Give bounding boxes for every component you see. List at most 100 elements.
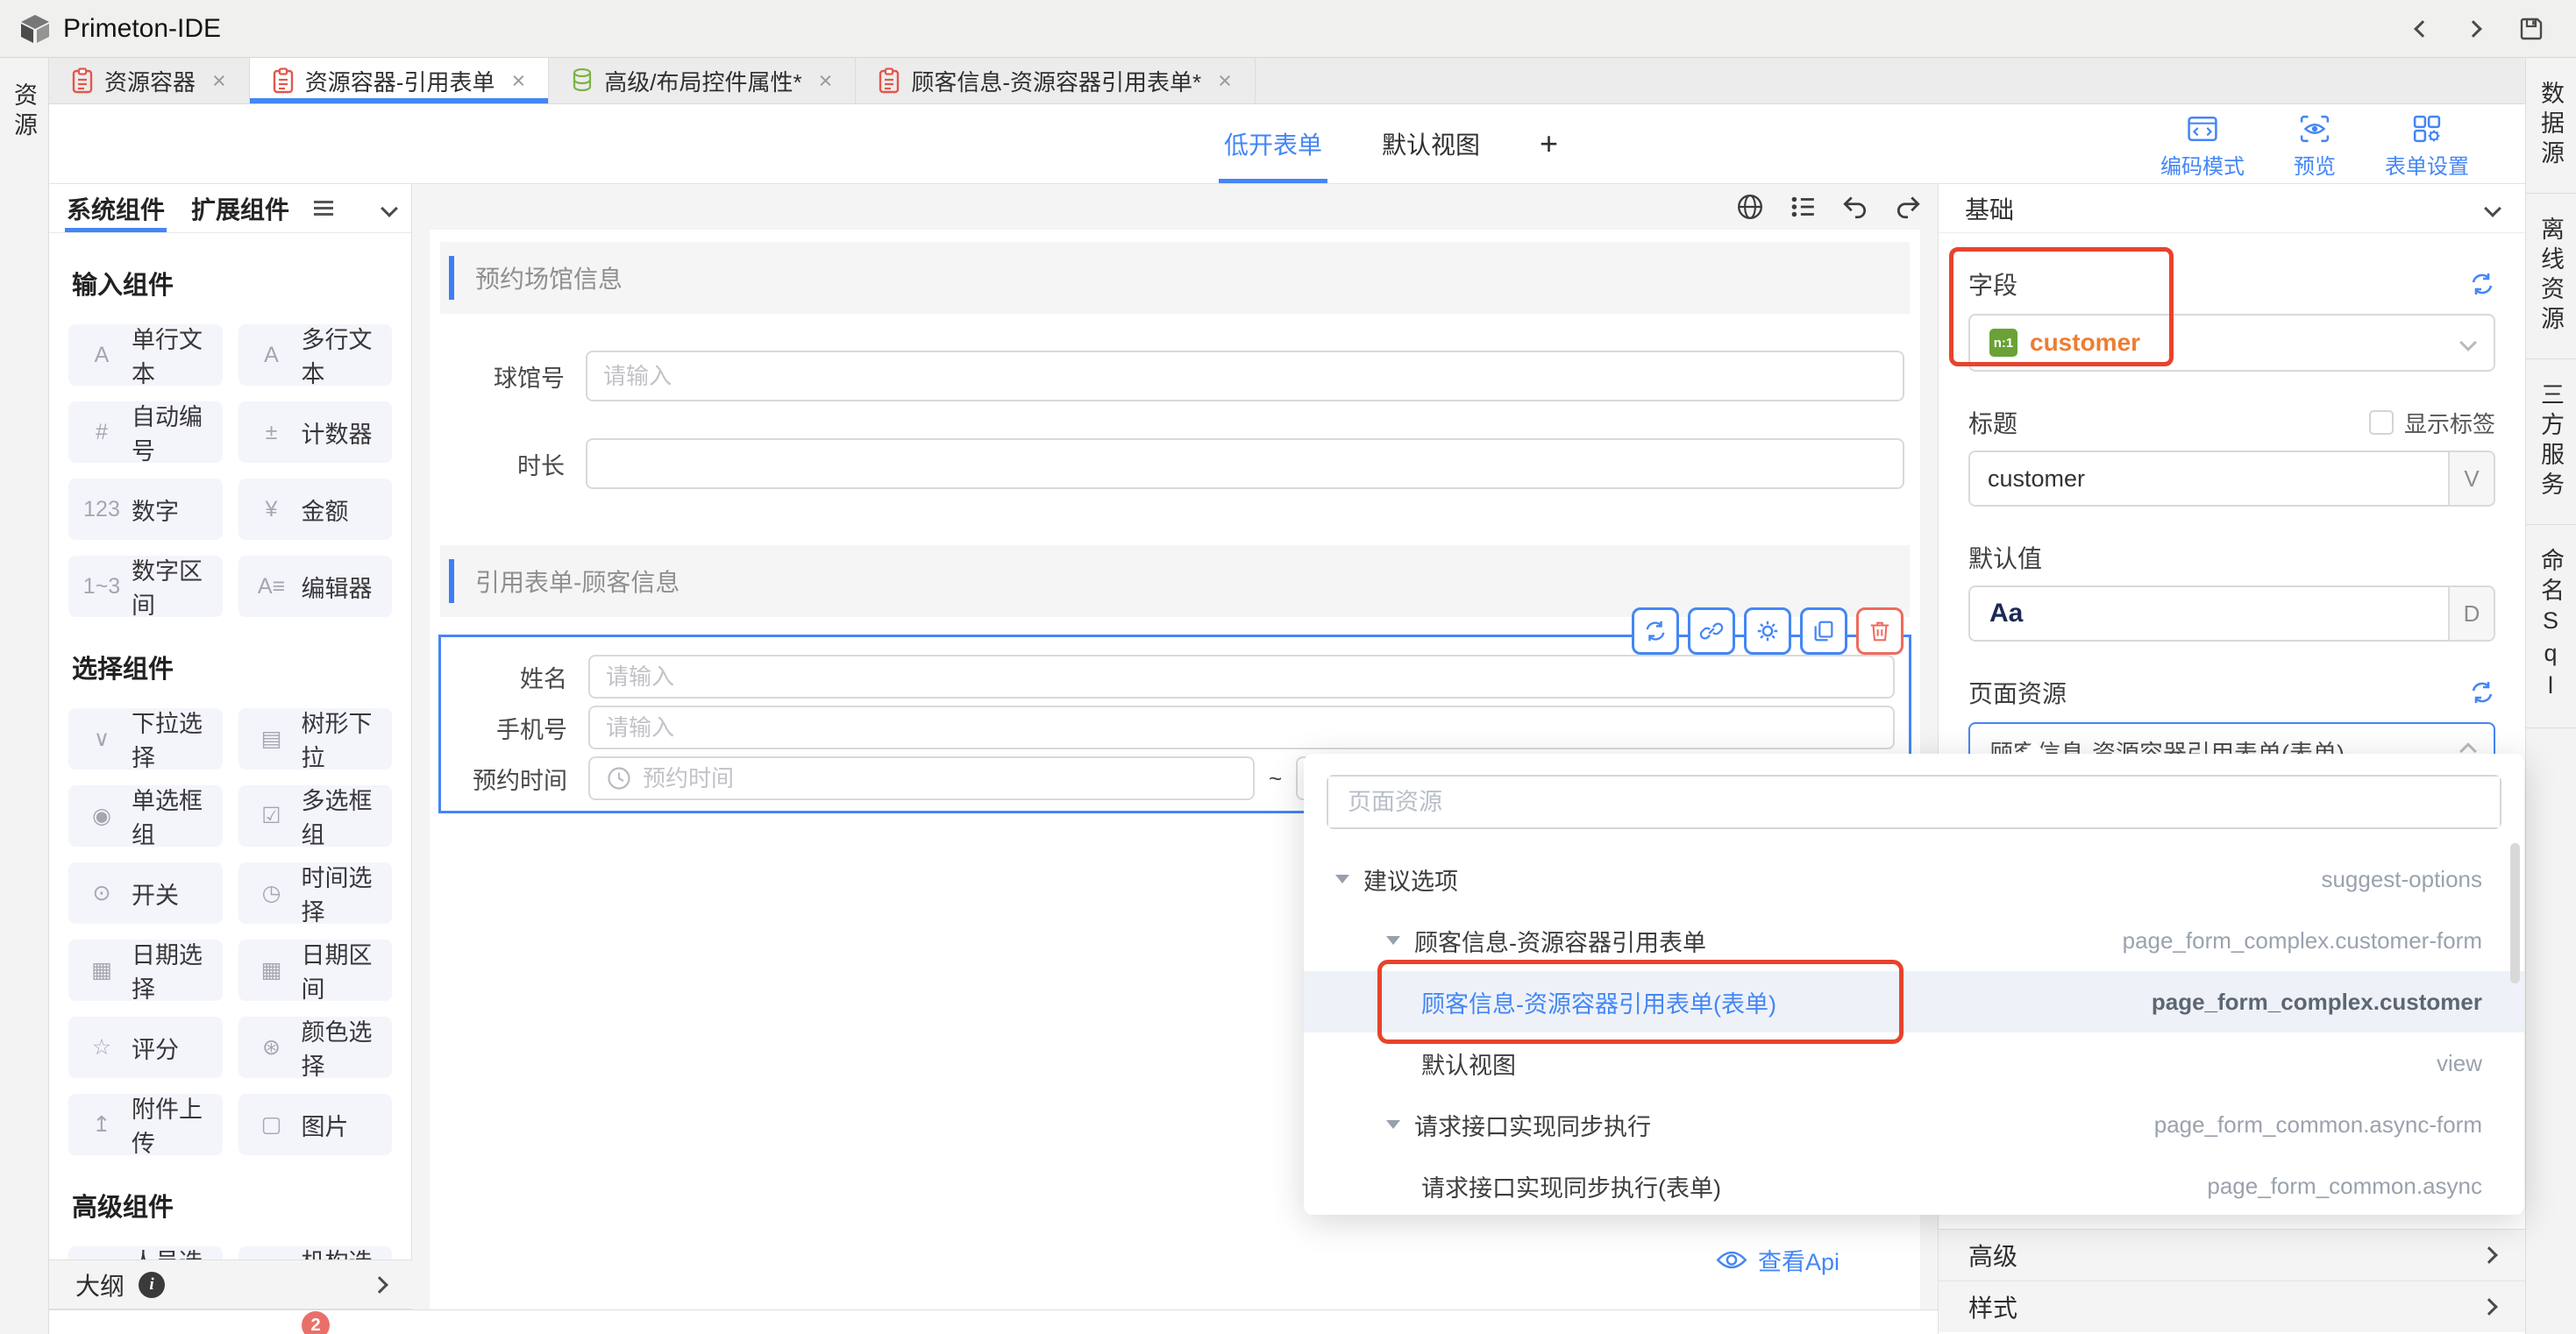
undo-icon[interactable] (1841, 193, 1869, 221)
show-label-toggle[interactable]: 显示标签 (2369, 407, 2495, 439)
tab-extension-components[interactable]: 扩展组件 (189, 184, 291, 232)
chevron-down-icon[interactable] (2484, 200, 2501, 217)
doc-tab-resource-container-ref-form[interactable]: 资源容器-引用表单 × (250, 58, 549, 103)
properties-header[interactable]: 基础 (1939, 184, 2525, 233)
link-component-button[interactable] (1688, 607, 1735, 655)
component-color-picker[interactable]: ⊛颜色选择 (238, 1017, 393, 1078)
field-row-duration[interactable]: 时长 (461, 438, 1904, 489)
component-time-picker[interactable]: ◷时间选择 (238, 862, 393, 924)
component-number-range[interactable]: 1~3数字区间 (68, 556, 223, 617)
default-value-input[interactable]: Aa (1970, 599, 2023, 628)
tree-node-async-form[interactable]: 请求接口实现同步执行 page_form_common.async-form (1304, 1094, 2524, 1155)
tree-node-customer-form-option[interactable]: 顾客信息-资源容器引用表单(表单) page_form_complex.cust… (1304, 971, 2524, 1032)
outline-expand-icon[interactable] (371, 1276, 388, 1294)
section-advanced[interactable]: 高级 (1939, 1229, 2525, 1281)
component-checkbox-group[interactable]: ☑多选框组 (238, 785, 393, 847)
component-radio-group[interactable]: ◉单选框组 (68, 785, 223, 847)
component-tree-dropdown[interactable]: ▤树形下拉 (238, 708, 393, 770)
palette-collapse-icon[interactable] (381, 200, 398, 217)
group-title-select: 选择组件 (72, 649, 388, 685)
name-input[interactable] (606, 656, 1893, 697)
save-icon[interactable] (2518, 16, 2544, 42)
field-row-phone[interactable]: 手机号 (464, 706, 1895, 749)
redo-icon[interactable] (1894, 193, 1922, 221)
rail-item-datasource[interactable]: 数据源 (2526, 58, 2576, 194)
component-person-select[interactable]: ○人员选择 (68, 1246, 223, 1259)
component-number[interactable]: 123数字 (68, 479, 223, 540)
default-value-input-wrap: Aa D (1968, 585, 2495, 642)
tab-system-components[interactable]: 系统组件 (65, 184, 167, 232)
component-editor[interactable]: A≡编辑器 (238, 556, 393, 617)
dropdown-search-input[interactable] (1328, 777, 2500, 827)
number-range-icon: 1~3 (81, 574, 123, 600)
tab-default-view[interactable]: 默认视图 (1377, 104, 1485, 183)
nav-forward-icon[interactable] (2465, 20, 2482, 38)
field-row-venue-no[interactable]: 球馆号 (461, 351, 1904, 401)
caret-down-icon[interactable] (1386, 1120, 1400, 1129)
default-value-suffix[interactable]: D (2448, 587, 2494, 640)
code-mode-button[interactable]: 编码模式 (2160, 115, 2245, 180)
section-ref-form-customer[interactable]: 引用表单-顾客信息 (440, 545, 1910, 617)
component-switch[interactable]: ⊙开关 (68, 862, 223, 924)
add-view-button[interactable]: + (1534, 104, 1563, 183)
refresh-resource-icon[interactable] (2469, 679, 2495, 706)
venue-no-input[interactable] (603, 352, 1903, 400)
component-date-picker[interactable]: ▦日期选择 (68, 940, 223, 1001)
palette-menu-icon[interactable] (314, 201, 333, 216)
section-style[interactable]: 样式 (1939, 1281, 2525, 1332)
preview-button[interactable]: 预览 (2294, 115, 2336, 180)
view-api-link[interactable]: 查看Api (1716, 1243, 1839, 1277)
component-attachment-upload[interactable]: ↥附件上传 (68, 1094, 223, 1155)
form-settings-button[interactable]: 表单设置 (2385, 115, 2469, 180)
show-label-checkbox[interactable] (2369, 410, 2394, 435)
dropdown-scrollbar[interactable] (2510, 843, 2520, 983)
field-row-name[interactable]: 姓名 (464, 655, 1895, 699)
nav-back-icon[interactable] (2414, 20, 2431, 38)
refresh-field-icon[interactable] (2469, 271, 2495, 297)
title-input[interactable] (1970, 452, 2448, 505)
component-amount[interactable]: ¥金额 (238, 479, 393, 540)
sync-component-button[interactable] (1632, 607, 1679, 655)
close-icon[interactable]: × (511, 67, 525, 95)
rail-item-offline-resources[interactable]: 离线资源 (2526, 194, 2576, 359)
doc-tab-resource-container[interactable]: 资源容器 × (49, 58, 250, 103)
doc-tab-advanced-layout-props[interactable]: 高级/布局控件属性* × (549, 58, 856, 103)
tab-lowcode-form[interactable]: 低开表单 (1219, 104, 1327, 183)
tree-node-default-view[interactable]: 默认视图 view (1304, 1032, 2524, 1094)
tree-node-suggest-options[interactable]: 建议选项 suggest-options (1304, 848, 2524, 910)
component-image[interactable]: ▢图片 (238, 1094, 393, 1155)
delete-component-button[interactable] (1856, 607, 1904, 655)
tree-node-async-form-option[interactable]: 请求接口实现同步执行(表单) page_form_common.async (1304, 1155, 2524, 1217)
duration-input[interactable] (603, 440, 1903, 487)
component-multi-line-text[interactable]: A多行文本 (238, 324, 393, 386)
tree-node-customer-form[interactable]: 顾客信息-资源容器引用表单 page_form_complex.customer… (1304, 910, 2524, 971)
left-rail-resources[interactable]: 资源 (7, 82, 41, 1334)
section-venue-info[interactable]: 预约场馆信息 (440, 242, 1910, 314)
close-icon[interactable]: × (819, 67, 833, 95)
doc-tab-customer-info-ref-form[interactable]: 顾客信息-资源容器引用表单* × (856, 58, 1256, 103)
caret-down-icon[interactable] (1335, 875, 1349, 883)
rail-item-third-party-services[interactable]: 三方服务 (2526, 359, 2576, 525)
field-select[interactable]: n:1 customer (1968, 314, 2495, 372)
component-auto-number[interactable]: #自动编号 (68, 401, 223, 463)
component-date-range[interactable]: ▦日期区间 (238, 940, 393, 1001)
close-icon[interactable]: × (212, 67, 226, 95)
rail-item-named-sql[interactable]: 命名Sql (2526, 525, 2576, 728)
phone-input[interactable] (606, 707, 1893, 748)
outline-bar[interactable]: 大纲 i (49, 1259, 412, 1309)
close-icon[interactable]: × (1218, 67, 1232, 95)
caret-down-icon[interactable] (1386, 936, 1400, 945)
outline-list-icon[interactable] (1789, 193, 1817, 221)
status-badge: 2 (302, 1311, 330, 1334)
component-rating[interactable]: ☆评分 (68, 1017, 223, 1078)
component-single-line-text[interactable]: A单行文本 (68, 324, 223, 386)
i18n-globe-icon[interactable] (1736, 193, 1764, 221)
field-select-value: customer (2030, 329, 2140, 357)
booking-time-start-input[interactable] (643, 758, 1253, 798)
component-counter[interactable]: ±计数器 (238, 401, 393, 463)
component-dropdown-select[interactable]: ∨下拉选择 (68, 708, 223, 770)
component-org-select[interactable]: 品机构选择 (238, 1246, 393, 1259)
title-variable-suffix[interactable]: V (2448, 452, 2494, 505)
copy-component-button[interactable] (1800, 607, 1847, 655)
component-settings-button[interactable] (1744, 607, 1791, 655)
